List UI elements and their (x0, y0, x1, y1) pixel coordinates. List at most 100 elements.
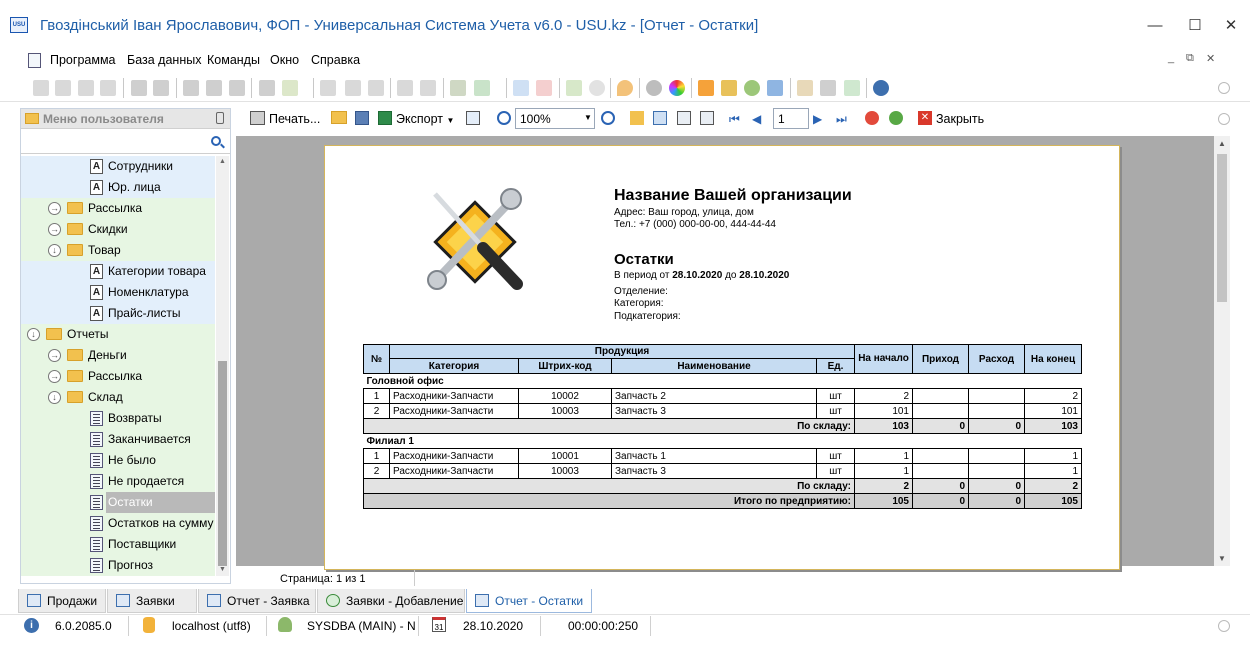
next-page-icon[interactable]: ▶ (813, 112, 822, 126)
sidebar-item[interactable]: → Рассылка (21, 198, 215, 219)
find-icon[interactable] (677, 111, 691, 125)
window-add-icon[interactable] (513, 80, 529, 96)
zoom-select[interactable]: 100% ▼ (515, 108, 595, 129)
user-menu-search[interactable] (21, 130, 230, 154)
collapse-icon[interactable]: ↓ (48, 244, 61, 257)
sidebar-item[interactable]: Возвраты (21, 408, 215, 429)
import-icon[interactable] (450, 80, 466, 96)
edit-report-icon[interactable] (700, 111, 714, 125)
menu-database[interactable]: База данных (127, 53, 201, 67)
tab-sales[interactable]: Продажи (18, 589, 106, 613)
sidebar-item[interactable]: A Категории товара (21, 261, 215, 282)
sidebar-item[interactable]: → Рассылка (21, 366, 215, 387)
mdi-restore-button[interactable]: ⧉ (1186, 52, 1194, 65)
color-wheel-icon[interactable] (669, 80, 685, 96)
sidebar-item[interactable]: A Сотрудники (21, 156, 215, 177)
menu-program[interactable]: Программа (50, 53, 116, 67)
expand-icon[interactable] (368, 80, 384, 96)
zoom-out-icon[interactable] (601, 111, 615, 125)
sidebar-item[interactable]: ↓ Отчеты (21, 324, 215, 345)
columns-icon[interactable] (320, 80, 336, 96)
exit-icon[interactable] (566, 80, 582, 96)
scroll-up-icon[interactable]: ▲ (219, 158, 226, 165)
sidebar-scroll-thumb[interactable] (218, 361, 227, 566)
toolbar-options-icon[interactable] (1218, 82, 1230, 94)
filter-check-icon[interactable] (229, 80, 245, 96)
mdi-close-button[interactable]: ✕ (1206, 52, 1215, 65)
maximize-button[interactable]: ☐ (1180, 14, 1210, 38)
sidebar-item-selected[interactable]: Остатки (21, 492, 215, 513)
map-pin-icon[interactable] (617, 80, 633, 96)
scroll-down-icon[interactable]: ▼ (219, 566, 226, 573)
delete-icon[interactable] (100, 80, 116, 96)
save-icon[interactable] (355, 111, 369, 125)
viewer-scrollbar[interactable]: ▲ ▼ (1214, 136, 1230, 566)
menu-window[interactable]: Окно (270, 53, 299, 67)
sidebar-item[interactable]: Не было (21, 450, 215, 471)
statusbar-options-icon[interactable] (1218, 620, 1230, 632)
sidebar-scrollbar[interactable]: ▲ ▼ (216, 156, 229, 576)
minimize-button[interactable]: — (1140, 14, 1170, 38)
tab-requests[interactable]: Заявки (107, 589, 197, 613)
print-button[interactable]: Печать... (269, 112, 320, 126)
refresh-icon[interactable] (889, 111, 903, 125)
filter-icon[interactable] (183, 80, 199, 96)
clock-icon[interactable] (589, 80, 605, 96)
chevron-down-icon[interactable]: ▼ (584, 113, 592, 122)
open-icon[interactable] (331, 111, 347, 124)
sidebar-item[interactable]: ↓ Склад (21, 387, 215, 408)
lock-icon[interactable] (721, 80, 737, 96)
sidebar-item[interactable]: Не продается (21, 471, 215, 492)
close-report-button[interactable]: Закрыть (936, 112, 984, 126)
search-icon[interactable] (153, 80, 169, 96)
tab-report-request[interactable]: Отчет - Заявка (198, 589, 316, 613)
sidebar-item[interactable]: A Прайс-листы (21, 303, 215, 324)
page-setup-icon[interactable] (466, 111, 480, 125)
sidebar-item[interactable]: ↓ Товар (21, 240, 215, 261)
tab-requests-add[interactable]: Заявки - Добавление (317, 589, 465, 613)
sidebar-item[interactable]: → Деньги (21, 345, 215, 366)
last-page-icon[interactable]: ⏭ (836, 112, 847, 127)
refresh-icon[interactable] (131, 80, 147, 96)
sidebar-item[interactable]: Прогноз (21, 555, 215, 576)
expand-icon[interactable]: → (48, 223, 61, 236)
pin-icon[interactable] (216, 112, 224, 124)
key-icon[interactable] (767, 80, 783, 96)
expand-icon[interactable]: → (48, 370, 61, 383)
collapse-icon[interactable] (345, 80, 361, 96)
image-icon[interactable] (282, 80, 298, 96)
copy-icon[interactable] (55, 80, 71, 96)
stop-icon[interactable] (865, 111, 879, 125)
close-icon[interactable]: ✕ (918, 111, 932, 125)
scroll-down-icon[interactable]: ▼ (1218, 554, 1226, 563)
new-icon[interactable] (33, 80, 49, 96)
play-icon[interactable] (844, 80, 860, 96)
close-window-button[interactable]: ✕ (1216, 14, 1246, 38)
toolbar-options-icon[interactable] (1218, 113, 1230, 125)
sidebar-item[interactable]: A Юр. лица (21, 177, 215, 198)
sidebar-item[interactable]: Заканчивается (21, 429, 215, 450)
excel-icon[interactable] (474, 80, 490, 96)
collapse-icon[interactable]: ↓ (27, 328, 40, 341)
page-number-input[interactable]: 1 (773, 108, 809, 129)
prev-page-icon[interactable]: ◀ (752, 112, 761, 126)
sidebar-item[interactable]: Поставщики (21, 534, 215, 555)
filter-clear-icon[interactable] (206, 80, 222, 96)
edit-icon[interactable] (78, 80, 94, 96)
expand-icon[interactable]: → (48, 349, 61, 362)
print-icon[interactable] (250, 111, 265, 125)
flag-icon[interactable] (259, 80, 275, 96)
add-row-icon[interactable] (397, 80, 413, 96)
expand-icon[interactable]: → (48, 202, 61, 215)
sidebar-item[interactable]: A Номенклатура (21, 282, 215, 303)
zoom-in-icon[interactable] (497, 111, 511, 125)
sidebar-item[interactable]: → Скидки (21, 219, 215, 240)
window-close-icon[interactable] (536, 80, 552, 96)
excel-icon[interactable] (378, 111, 392, 125)
settings-icon[interactable] (646, 80, 662, 96)
first-page-icon[interactable]: ⏮ (729, 112, 740, 127)
viewer-scroll-thumb[interactable] (1217, 154, 1227, 302)
rss-icon[interactable] (698, 80, 714, 96)
info-icon[interactable] (873, 80, 889, 96)
table-icon[interactable] (797, 80, 813, 96)
